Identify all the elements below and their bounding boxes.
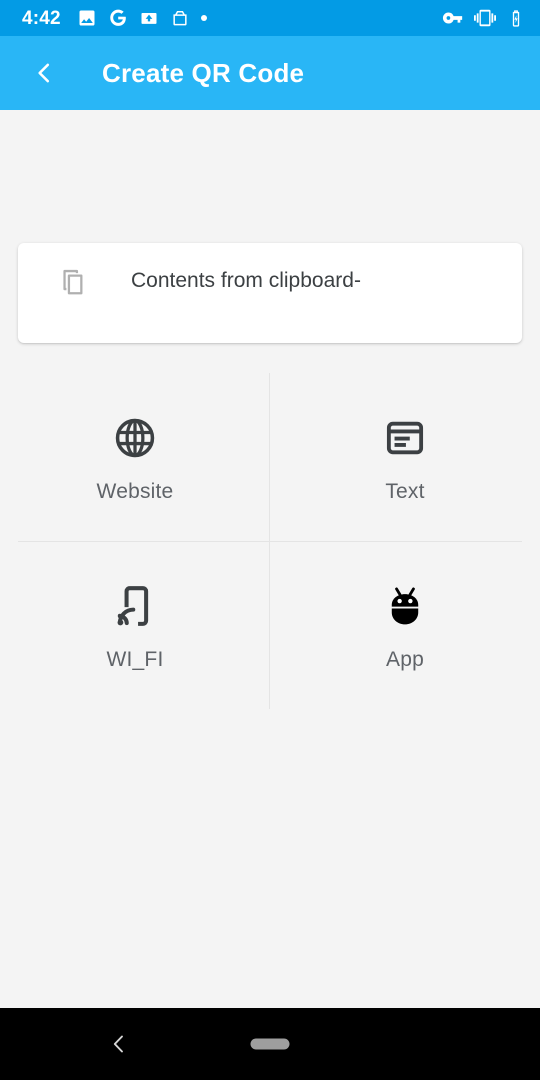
chevron-left-icon [38, 63, 50, 83]
grid-item-label: App [386, 648, 424, 671]
system-navigation-bar [0, 1008, 540, 1080]
article-icon [383, 410, 427, 466]
status-notification-icons [77, 8, 442, 28]
globe-icon [112, 410, 158, 466]
vibrate-icon [474, 7, 496, 29]
app-bar-back-button[interactable] [24, 53, 64, 93]
main-content: Contents from clipboard- Website Text WI… [0, 110, 540, 1008]
status-clock: 4:42 [22, 7, 61, 29]
grid-item-label: Website [96, 480, 174, 503]
notification-dot-icon [200, 15, 207, 21]
package-tracking-icon [170, 8, 190, 28]
qr-type-grid: Website Text WI_FI App [0, 373, 540, 709]
nav-home-pill[interactable] [250, 1038, 290, 1050]
battery-charging-icon [506, 8, 526, 28]
grid-item-app[interactable]: App [270, 541, 540, 709]
chevron-left-icon [113, 1035, 123, 1053]
status-bar: 4:42 [0, 0, 540, 36]
photos-icon [77, 8, 97, 28]
grid-item-label: WI_FI [106, 648, 164, 671]
content-copy-icon [54, 266, 94, 298]
drive-backup-icon [139, 8, 159, 28]
grid-item-label: Text [385, 480, 425, 503]
grid-item-text[interactable]: Text [270, 373, 540, 541]
status-system-icons [442, 7, 526, 29]
page-title: Create QR Code [102, 57, 305, 88]
android-icon [382, 578, 428, 634]
app-bar: Create QR Code [0, 36, 540, 110]
clipboard-card[interactable]: Contents from clipboard- [18, 243, 522, 343]
grid-item-website[interactable]: Website [0, 373, 270, 541]
nav-back-button[interactable] [102, 1027, 136, 1061]
clipboard-text: Contents from clipboard- [131, 269, 361, 292]
wifi-tether-icon [112, 578, 158, 634]
phone-screen: 4:42 Create QR Code Contents from clipbo… [0, 0, 540, 1080]
vpn-key-icon [442, 7, 464, 29]
google-icon [108, 8, 128, 28]
grid-item-wifi[interactable]: WI_FI [0, 541, 270, 709]
